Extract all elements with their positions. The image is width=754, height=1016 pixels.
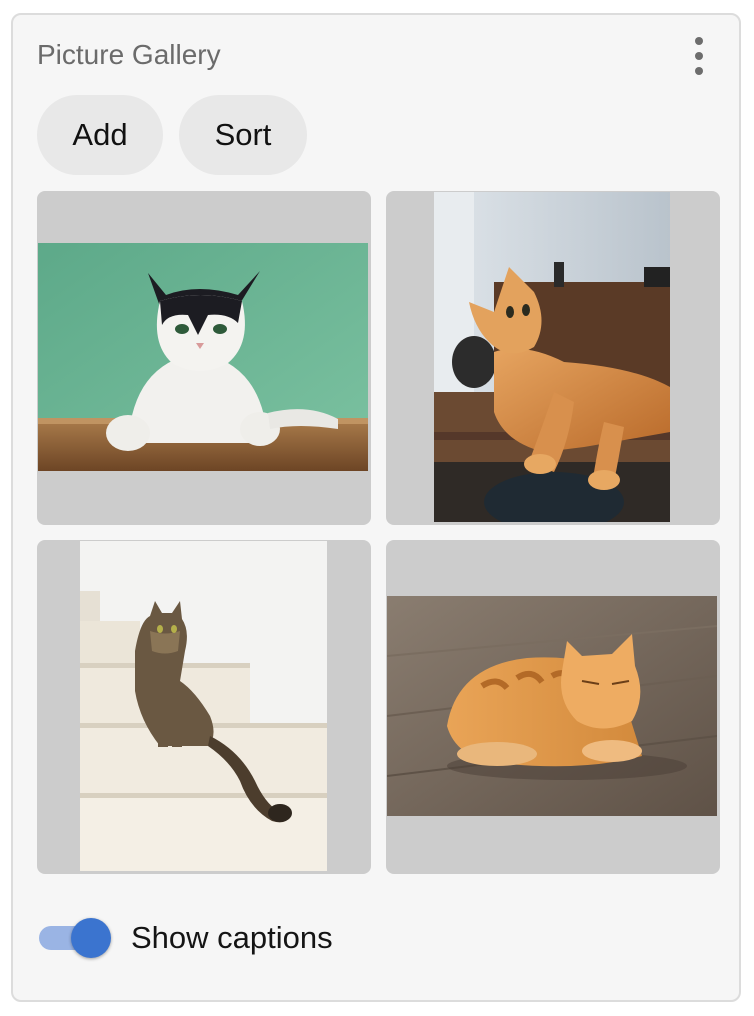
more-options-icon[interactable] — [687, 37, 711, 75]
menu-dot — [695, 52, 703, 60]
picture-gallery-panel: Picture Gallery Add Sort Show captions — [11, 13, 741, 1002]
gallery-title: Picture Gallery — [37, 39, 221, 70]
menu-dot — [695, 67, 703, 75]
photo-orange-cat-floor — [387, 596, 717, 816]
toggle-knob — [71, 918, 111, 958]
show-captions-label: Show captions — [131, 920, 333, 955]
show-captions-toggle[interactable] — [37, 918, 113, 958]
gallery-tile-3[interactable] — [37, 540, 371, 874]
photo-orange-cat-lounging — [434, 192, 670, 522]
photo-tabby-cat-stairs — [80, 541, 327, 871]
photo-black-white-cat — [38, 243, 368, 471]
gallery-tile-4[interactable] — [386, 540, 720, 874]
sort-button[interactable]: Sort — [179, 95, 307, 175]
gallery-tile-1[interactable] — [37, 191, 371, 525]
menu-dot — [695, 37, 703, 45]
show-captions-row: Show captions — [37, 913, 333, 963]
add-button[interactable]: Add — [37, 95, 163, 175]
gallery-tile-2[interactable] — [386, 191, 720, 525]
